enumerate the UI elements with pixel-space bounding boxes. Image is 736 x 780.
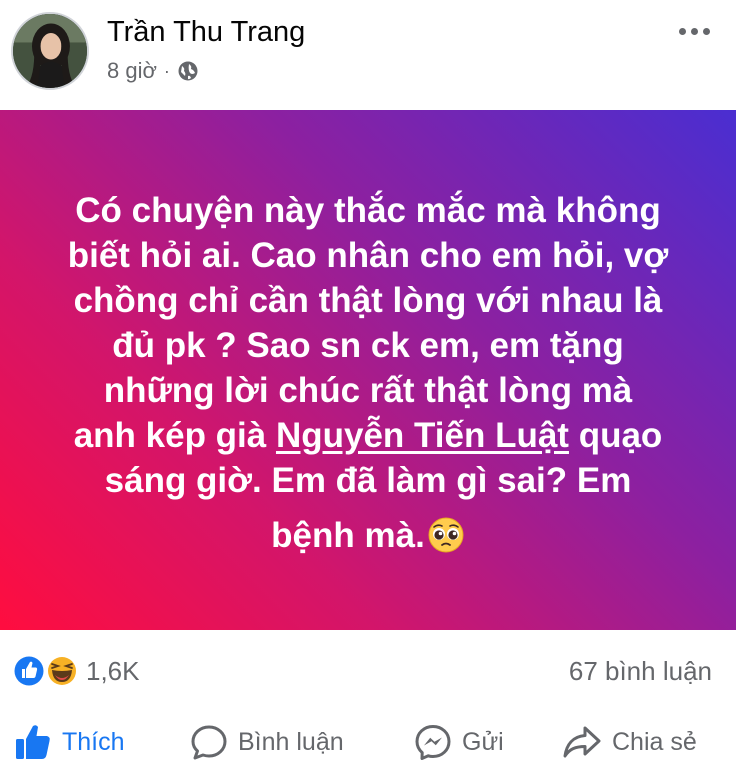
post-time[interactable]: 8 giờ <box>107 58 157 84</box>
dot-icon <box>678 27 686 35</box>
post-text-segment: bệnh mà. <box>271 516 425 555</box>
post-content-background: Có chuyện này thắc mắc mà không biết hỏi… <box>0 110 736 630</box>
post-meta: 8 giờ · <box>107 58 199 84</box>
comment-button[interactable]: Bình luận <box>190 720 344 764</box>
reaction-icons[interactable] <box>12 654 78 688</box>
post-header: Trần Thu Trang 8 giờ · <box>0 0 736 110</box>
share-label: Chia sẻ <box>612 727 697 756</box>
dot-icon <box>690 27 698 35</box>
messenger-icon <box>414 723 452 761</box>
comment-count[interactable]: 67 bình luận <box>569 656 712 687</box>
post-text: Có chuyện này thắc mắc mà không biết hỏi… <box>48 188 688 558</box>
share-arrow-icon <box>562 723 602 761</box>
post-text-line: bệnh mà. <box>48 513 688 558</box>
meta-separator: · <box>163 60 170 81</box>
post-text-line: anh kép già Nguyễn Tiến Luật quạo <box>48 413 688 458</box>
mention-link[interactable]: Nguyễn Tiến Luật <box>276 416 569 455</box>
send-button[interactable]: Gửi <box>414 720 504 764</box>
reactions-bar: 1,6K 67 bình luận <box>0 646 736 692</box>
post-text-line: đủ pk ? Sao sn ck em, em tặng <box>112 326 624 365</box>
post-text-line: sáng giờ. Em đã làm gì sai? Em <box>104 461 632 500</box>
thumbs-up-icon <box>14 723 52 761</box>
avatar[interactable] <box>11 12 89 90</box>
comment-bubble-icon <box>190 723 228 761</box>
share-button[interactable]: Chia sẻ <box>562 720 697 764</box>
pleading-face-emoji <box>427 516 465 554</box>
send-label: Gửi <box>462 727 504 756</box>
comment-label: Bình luận <box>238 727 344 756</box>
action-bar: Thích Bình luận Gửi Chia sẻ <box>0 712 736 772</box>
more-options-button[interactable] <box>672 18 716 44</box>
post-text-line: biết hỏi ai. Cao nhân cho em hỏi, vợ <box>67 236 669 275</box>
like-label: Thích <box>62 727 125 756</box>
post-text-line: những lời chúc rất thật lòng mà <box>103 371 633 410</box>
dot-icon <box>702 27 710 35</box>
post-text-line: chồng chỉ cần thật lòng với nhau là <box>73 281 663 320</box>
post-text-line: Có chuyện này thắc mắc mà không <box>75 191 661 230</box>
post-text-segment: quạo <box>568 416 663 455</box>
reaction-count[interactable]: 1,6K <box>86 656 140 687</box>
author-name[interactable]: Trần Thu Trang <box>107 16 305 49</box>
like-button[interactable]: Thích <box>14 720 125 764</box>
post-text-segment: anh kép già <box>73 416 276 455</box>
globe-icon <box>177 60 199 82</box>
